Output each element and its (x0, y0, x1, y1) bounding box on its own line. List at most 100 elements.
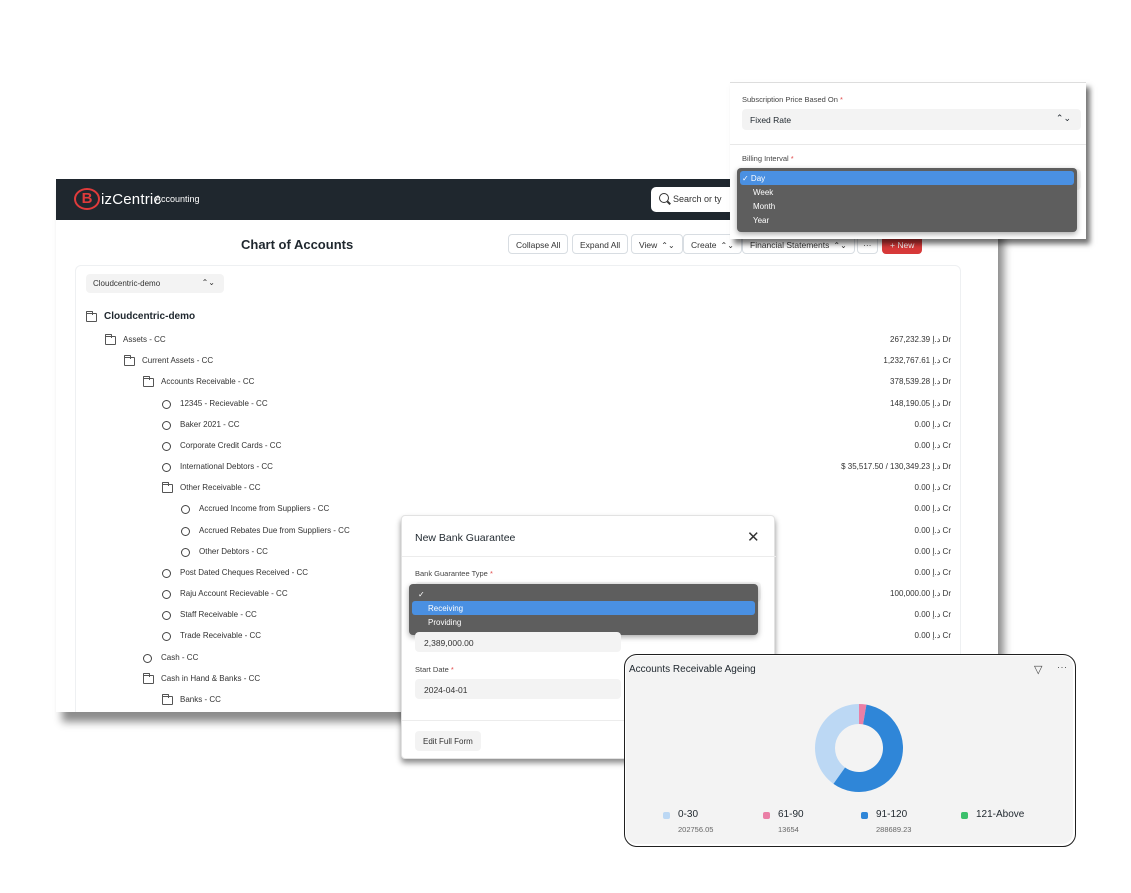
tree-row[interactable]: Corporate Credit Cards - CC 0.00 د.إ Cr (76, 440, 962, 456)
tree-row-label: Banks - CC (180, 694, 221, 704)
folder-icon (143, 672, 154, 684)
account-leaf-icon (181, 526, 190, 536)
bank-guarantee-type-option[interactable]: Receiving (412, 601, 755, 615)
view-button[interactable]: View ⌃⌄ (631, 234, 683, 254)
bank-guarantee-type-option[interactable]: Providing (412, 615, 755, 629)
account-leaf-icon (162, 463, 171, 473)
chevron-updown-icon: ⌃⌄ (661, 241, 675, 250)
account-leaf-icon (162, 632, 171, 642)
account-leaf-icon (143, 653, 152, 663)
tree-row-balance: 0.00 د.إ Cr (914, 419, 951, 429)
tree-row-label: Cloudcentric-demo (104, 311, 196, 322)
subscription-price-value: Fixed Rate (750, 115, 792, 125)
more-icon[interactable]: ··· (1057, 662, 1068, 672)
expand-all-button[interactable]: Expand All (572, 234, 629, 254)
search-icon (659, 193, 669, 203)
account-leaf-icon (181, 547, 190, 557)
account-leaf-icon (162, 420, 171, 430)
legend-label: 0-30 (678, 809, 699, 820)
financial-statements-label: Financial Statements (750, 240, 830, 250)
billing-interval-option[interactable]: Month (740, 199, 1074, 213)
filter-icon[interactable]: ▽ (1034, 663, 1042, 676)
tree-row-balance: 0.00 د.إ Cr (914, 546, 951, 556)
legend-swatch (663, 812, 670, 819)
account-leaf-icon (162, 590, 171, 600)
account-leaf-icon (181, 505, 190, 515)
logo-brand-name: izCentric (101, 190, 162, 208)
account-leaf-icon (162, 611, 171, 621)
tree-row[interactable]: International Debtors - CC $ 35,517.50 / … (76, 461, 962, 477)
tree-row[interactable]: Accounts Receivable - CC 378,539.28 د.إ D… (76, 376, 962, 392)
module-name[interactable]: Accounting (155, 194, 200, 204)
required-mark: * (450, 665, 454, 674)
page-title: Chart of Accounts (241, 237, 354, 252)
folder-icon (143, 376, 154, 388)
divider (402, 556, 776, 557)
logo-cloud-icon: B (74, 188, 100, 210)
tree-row-balance: 0.00 د.إ Cr (914, 567, 951, 577)
subscription-price-select[interactable]: Fixed Rate ⌃⌄ (742, 109, 1081, 130)
tree-row[interactable]: Current Assets - CC 1,232,767.61 د.إ Cr (76, 355, 962, 371)
tree-row-label: International Debtors - CC (180, 462, 273, 472)
tree-row-label: Accrued Rebates Due from Suppliers - CC (199, 525, 350, 535)
tree-row-label: Staff Receivable - CC (180, 610, 257, 620)
legend-label: 91-120 (876, 809, 908, 820)
divider (730, 144, 1086, 145)
billing-interval-dropdown: ✓ Day Week Month Year (737, 168, 1077, 232)
chevron-updown-icon: ⌃⌄ (201, 278, 215, 287)
close-icon[interactable]: ✕ (747, 528, 760, 546)
tree-row-balance: 0.00 د.إ Cr (914, 504, 951, 514)
chevron-updown-icon: ⌃⌄ (1055, 113, 1071, 123)
tree-row[interactable]: Other Receivable - CC 0.00 د.إ Cr (76, 482, 962, 498)
tree-row-balance: 0.00 د.إ Cr (914, 440, 951, 450)
chevron-updown-icon: ⌃⌄ (720, 241, 734, 250)
tree-row-balance: 100,000.00 د.إ Dr (890, 589, 951, 599)
tree-row-balance: 1,232,767.61 د.إ Cr (883, 356, 951, 366)
amount-field[interactable]: 2,389,000.00 (415, 632, 621, 652)
folder-icon (124, 355, 135, 367)
subscription-price-label-text: Subscription Price Based On (742, 95, 838, 104)
billing-interval-option[interactable]: ✓ Day (740, 171, 1074, 185)
tree-row-label: Current Assets - CC (142, 356, 214, 366)
legend-swatch (861, 812, 868, 819)
start-date-label-text: Start Date (415, 665, 449, 674)
bank-guarantee-type-option[interactable]: ✓ (412, 587, 755, 601)
tree-row-label: Raju Account Recievable - CC (180, 589, 288, 599)
tree-row-balance: 0.00 د.إ Cr (914, 483, 951, 493)
subscription-form-panel: Subscription Price Based On * Fixed Rate… (730, 82, 1086, 239)
search-placeholder: Search or ty (673, 194, 722, 204)
tree-row-balance: 0.00 د.إ Cr (914, 631, 951, 641)
legend-swatch (961, 812, 968, 819)
tree-row[interactable]: Cloudcentric-demo (76, 311, 962, 327)
tree-row[interactable]: 12345 - Recievable - CC 148,190.05 د.إ Dr (76, 398, 962, 414)
chevron-updown-icon: ⌃⌄ (833, 241, 847, 250)
create-label: Create (691, 240, 717, 250)
tree-row-label: Accounts Receivable - CC (161, 377, 255, 387)
tree-row[interactable]: Baker 2021 - CC 0.00 د.إ Cr (76, 419, 962, 435)
start-date-label: Start Date * (415, 665, 454, 674)
start-date-field[interactable]: 2024-04-01 (415, 679, 621, 699)
tree-row[interactable]: Assets - CC 267,232.39 د.إ Dr (76, 334, 962, 350)
bank-guarantee-type-label: Bank Guarantee Type * (415, 569, 493, 578)
bank-guarantee-type-dropdown: ✓ Receiving Providing (409, 584, 758, 635)
billing-interval-option[interactable]: Week (740, 185, 1074, 199)
tree-row-label: Cash in Hand & Banks - CC (161, 673, 261, 683)
company-select[interactable]: Cloudcentric-demo ⌃⌄ (86, 274, 224, 293)
billing-interval-label-text: Billing Interval (742, 154, 789, 163)
logo[interactable]: B izCentric (74, 188, 161, 210)
billing-interval-option[interactable]: Year (740, 213, 1074, 227)
required-mark: * (839, 95, 843, 104)
folder-icon (162, 482, 173, 494)
tree-row-label: Corporate Credit Cards - CC (180, 440, 282, 450)
tree-row-balance: 0.00 د.إ Cr (914, 525, 951, 535)
required-mark: * (790, 154, 794, 163)
collapse-all-button[interactable]: Collapse All (508, 234, 569, 254)
dialog-title: New Bank Guarantee (415, 532, 516, 544)
required-mark: * (489, 569, 493, 578)
billing-interval-label: Billing Interval * (742, 154, 794, 163)
tree-row-label: Accrued Income from Suppliers - CC (199, 504, 330, 514)
tree-row-label: Baker 2021 - CC (180, 419, 240, 429)
edit-full-form-button[interactable]: Edit Full Form (415, 731, 481, 751)
tree-row-label: Post Dated Cheques Received - CC (180, 567, 309, 577)
account-leaf-icon (162, 441, 171, 451)
